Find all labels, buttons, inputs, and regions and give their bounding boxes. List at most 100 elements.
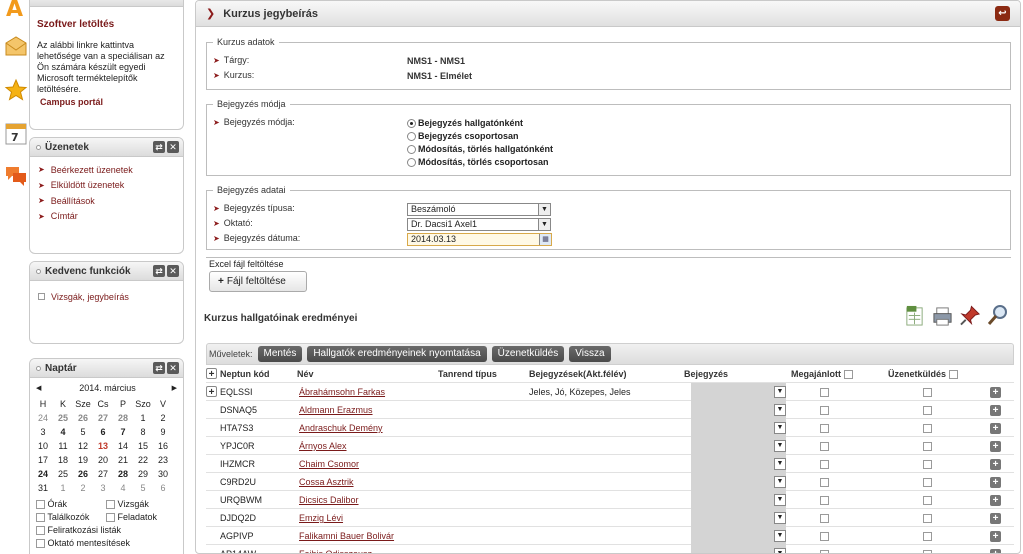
calendar-day[interactable]: 3	[33, 425, 53, 439]
calendar-day[interactable]: 17	[33, 453, 53, 467]
col-entry[interactable]: Bejegyzés	[684, 365, 728, 383]
student-name-link[interactable]: Dicsics Dalibor	[299, 491, 359, 509]
message-checkbox[interactable]	[923, 545, 932, 553]
sidebar-item-sent[interactable]: ➤ Elküldött üzenetek	[38, 178, 183, 194]
calendar-day[interactable]: 11	[53, 439, 73, 453]
radio-icon[interactable]	[407, 157, 416, 167]
radio-icon[interactable]	[407, 131, 416, 141]
filter-signup-lists[interactable]: Feliratkozási listák	[36, 525, 121, 536]
checkbox-icon[interactable]	[843, 370, 853, 380]
checkbox-icon[interactable]	[36, 513, 45, 523]
recommended-checkbox[interactable]	[820, 491, 829, 509]
expand-row-icon[interactable]: +	[206, 383, 217, 401]
calendar-day[interactable]: 16	[153, 439, 173, 453]
chevron-down-icon[interactable]: ▼	[538, 219, 550, 230]
add-row-icon[interactable]: +	[990, 455, 1001, 473]
calendar-icon[interactable]: 7	[4, 122, 28, 146]
student-name-link[interactable]: Ábrahámsohn Farkas	[299, 383, 385, 401]
student-name-link[interactable]: Falikamni Bauer Bolivár	[299, 527, 394, 545]
entry-date-field[interactable]: 2014.03.13 ▦	[407, 233, 552, 246]
chevron-down-icon[interactable]: ▼	[774, 548, 786, 553]
student-name-link[interactable]: Chaim Csomor	[299, 455, 359, 473]
checkbox-icon[interactable]	[36, 526, 45, 536]
calendar-day[interactable]: 24	[33, 467, 53, 481]
calendar-day[interactable]: 23	[153, 453, 173, 467]
calendar-day[interactable]: 5	[73, 425, 93, 439]
checkbox-icon[interactable]	[106, 513, 115, 523]
chat-bubbles-icon[interactable]	[4, 164, 28, 188]
calendar-day[interactable]: 2	[153, 411, 173, 425]
chevron-down-icon[interactable]: ▼	[538, 204, 550, 215]
message-checkbox[interactable]	[923, 401, 932, 419]
calendar-day[interactable]: 6	[153, 481, 173, 495]
add-row-icon[interactable]: +	[990, 473, 1001, 491]
expand-all-icon[interactable]: +	[206, 365, 217, 383]
calendar-day[interactable]: 25	[53, 467, 73, 481]
chevron-down-icon[interactable]: ▼	[774, 530, 786, 542]
calendar-day[interactable]: 21	[113, 453, 133, 467]
message-checkbox[interactable]	[923, 491, 932, 509]
grade-select[interactable]: ▼	[691, 419, 786, 437]
recommended-checkbox[interactable]	[820, 509, 829, 527]
message-checkbox[interactable]	[923, 509, 932, 527]
teacher-select[interactable]: Dr. Dacsi1 Axel1 ▼	[407, 218, 551, 231]
student-name-link[interactable]: Árnyos Alex	[299, 437, 347, 455]
recommended-checkbox[interactable]	[820, 545, 829, 553]
file-upload-button[interactable]: + Fájl feltöltése	[209, 271, 307, 292]
student-name-link[interactable]: Aldmann Erazmus	[299, 401, 373, 419]
grade-select[interactable]: ▼	[691, 383, 786, 401]
grade-select[interactable]: ▼	[691, 473, 786, 491]
calendar-day[interactable]: 7	[113, 425, 133, 439]
print-results-button[interactable]: Hallgatók eredményeinek nyomtatása	[307, 346, 487, 362]
chevron-down-icon[interactable]: ▼	[774, 458, 786, 470]
add-row-icon[interactable]: +	[990, 491, 1001, 509]
calendar-day[interactable]: 18	[53, 453, 73, 467]
student-name-link[interactable]: Emzig Lévi	[299, 509, 343, 527]
radio-icon[interactable]	[407, 144, 416, 154]
calendar-day[interactable]: 4	[53, 425, 73, 439]
add-row-icon[interactable]: +	[990, 527, 1001, 545]
calendar-day[interactable]: 28	[113, 411, 133, 425]
calendar-day[interactable]: 15	[133, 439, 153, 453]
chevron-down-icon[interactable]: ▼	[774, 476, 786, 488]
checkbox-icon[interactable]	[36, 500, 45, 510]
calendar-day[interactable]: 1	[133, 411, 153, 425]
checkbox-icon[interactable]	[948, 370, 958, 380]
message-checkbox[interactable]	[923, 419, 932, 437]
search-zoom-icon[interactable]	[987, 303, 1009, 327]
chevron-down-icon[interactable]: ▼	[774, 512, 786, 524]
calendar-day[interactable]: 27	[93, 411, 113, 425]
calendar-day[interactable]: 26	[73, 411, 93, 425]
student-name-link[interactable]: Andraschuk Demény	[299, 419, 383, 437]
grade-select[interactable]: ▼	[691, 509, 786, 527]
message-checkbox[interactable]	[923, 527, 932, 545]
message-checkbox[interactable]	[923, 455, 932, 473]
grade-select[interactable]: ▼	[691, 455, 786, 473]
calendar-day[interactable]: 9	[153, 425, 173, 439]
recommended-checkbox[interactable]	[820, 527, 829, 545]
star-icon[interactable]	[4, 78, 28, 102]
filter-teacher-exemptions[interactable]: Oktató mentesítések	[36, 538, 130, 549]
sidebar-item-inbox[interactable]: ➤ Beérkezett üzenetek	[38, 162, 183, 178]
radio-entry-per-student[interactable]: Bejegyzés hallgatónként	[407, 118, 523, 128]
save-button[interactable]: Mentés	[257, 346, 303, 362]
radio-modify-group[interactable]: Módosítás, törlés csoportosan	[407, 157, 549, 167]
calendar-day[interactable]: 10	[33, 439, 53, 453]
chevron-down-icon[interactable]: ▼	[774, 494, 786, 506]
pin-icon[interactable]	[960, 304, 981, 326]
refresh-icon[interactable]: ⇄	[153, 362, 165, 374]
refresh-icon[interactable]: ⇄	[153, 141, 165, 153]
close-icon[interactable]: ✕	[167, 265, 179, 277]
campus-portal-link[interactable]: Campus portál	[37, 97, 183, 107]
calendar-day[interactable]: 29	[133, 467, 153, 481]
calendar-day[interactable]: 19	[73, 453, 93, 467]
filter-tasks[interactable]: Feladatok	[106, 512, 157, 523]
col-entries[interactable]: Bejegyzések(Akt.félév)	[529, 365, 627, 383]
radio-modify-per-student[interactable]: Módosítás, törlés hallgatónként	[407, 144, 553, 154]
calendar-day[interactable]: 5	[133, 481, 153, 495]
calendar-day[interactable]: 25	[53, 411, 73, 425]
calendar-picker-icon[interactable]: ▦	[539, 234, 551, 245]
favorite-item-exams[interactable]: Vizsgák, jegybeírás	[38, 289, 183, 305]
calendar-day-today[interactable]: 13	[93, 439, 113, 453]
chevron-down-icon[interactable]: ▼	[774, 440, 786, 452]
